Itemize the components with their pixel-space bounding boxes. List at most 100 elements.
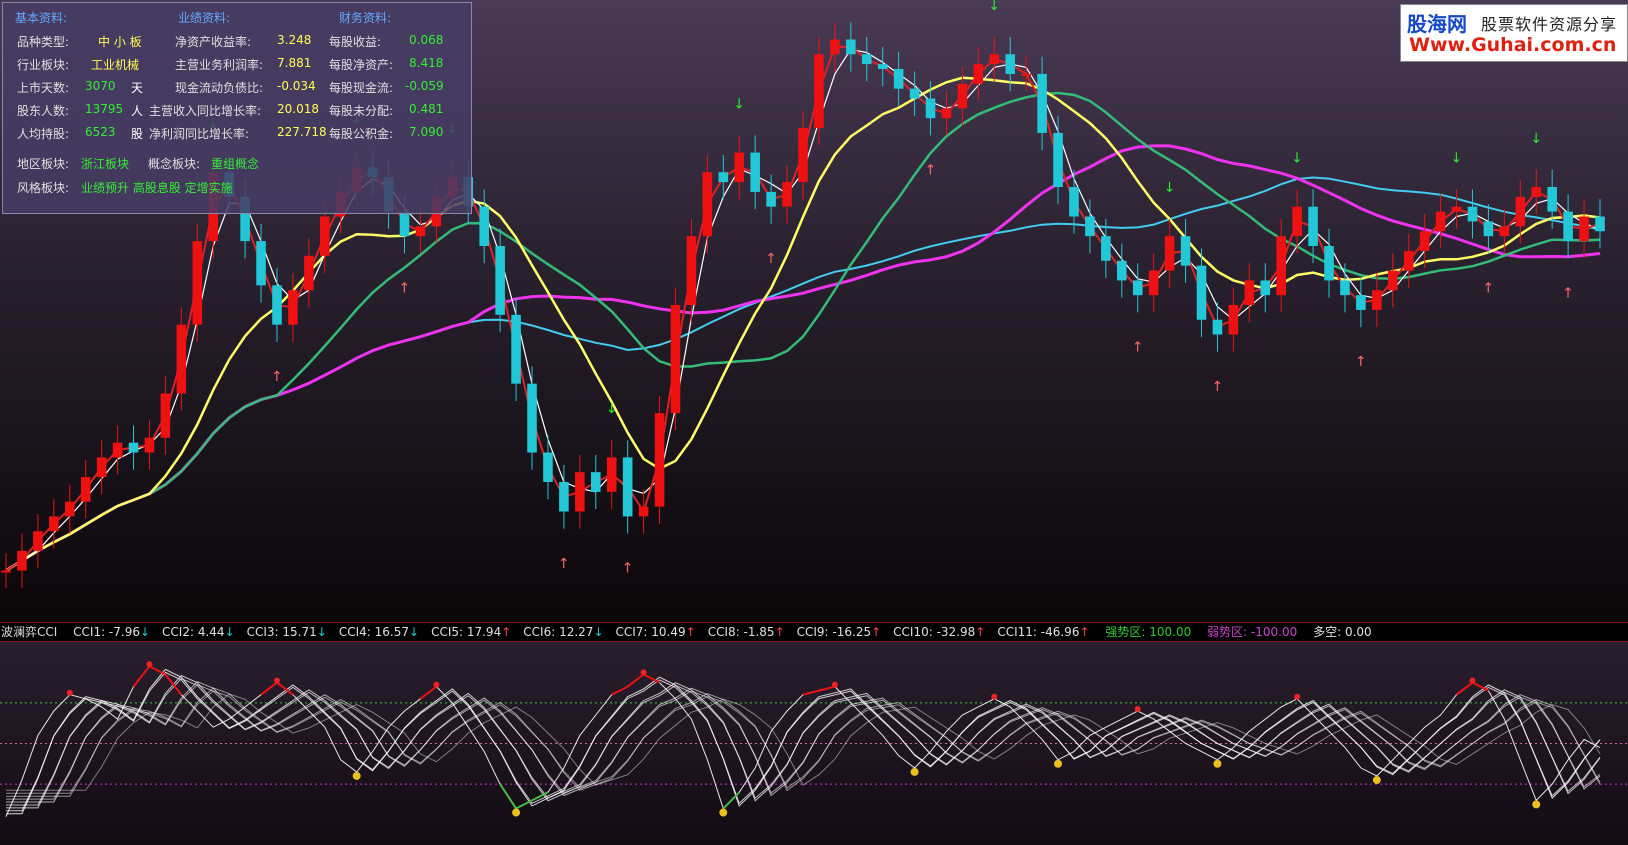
info-value: 工业机械 bbox=[91, 58, 140, 72]
candle-body bbox=[96, 457, 107, 478]
info-label: 品种类型: bbox=[17, 35, 70, 49]
cci-overbought-segment bbox=[1455, 681, 1474, 696]
buy-arrow: ↑ bbox=[622, 561, 634, 577]
candle-body bbox=[734, 152, 745, 183]
fin-value: 8.418 bbox=[409, 56, 444, 70]
site-logo[interactable]: 股海网 股票软件资源分享 Www.Guhai.com.cn bbox=[1400, 4, 1628, 62]
region-label: 地区板块: bbox=[17, 157, 70, 171]
candle-body bbox=[1467, 206, 1478, 222]
candle-body bbox=[670, 305, 681, 414]
candle-body bbox=[176, 324, 187, 394]
fin-value: 7.090 bbox=[409, 125, 444, 139]
candle-body bbox=[1212, 319, 1223, 335]
buy-arrow: ↑ bbox=[1482, 280, 1494, 296]
cci-overbought-segment bbox=[419, 685, 437, 700]
fin-label: 每股收益: bbox=[329, 35, 382, 49]
logo-url: Www.Guhai.com.cn bbox=[1409, 34, 1617, 56]
buy-arrow: ↑ bbox=[271, 369, 283, 385]
candle-body bbox=[288, 290, 298, 325]
candle-body bbox=[1292, 206, 1302, 237]
cci-item: CCI8: -1.85↑ bbox=[707, 625, 785, 639]
cci-line bbox=[5, 665, 1601, 817]
sell-arrow: ↓ bbox=[988, 0, 1000, 14]
candle-body bbox=[1148, 270, 1159, 296]
candle-body bbox=[1387, 270, 1398, 291]
logo-slogan: 股票软件资源分享 bbox=[1481, 15, 1618, 34]
cci-item: CCI5: 17.94↑ bbox=[431, 625, 512, 639]
candle-body bbox=[1595, 216, 1605, 232]
buy-marker bbox=[512, 808, 521, 817]
candle-body bbox=[399, 211, 410, 237]
info-unit: 天 bbox=[131, 81, 144, 95]
logo-name: 股海网 bbox=[1407, 12, 1467, 36]
sell-marker bbox=[991, 693, 998, 700]
style-value[interactable]: 业绩预升 高股息股 定增实施 bbox=[81, 179, 233, 196]
buy-marker bbox=[910, 767, 919, 776]
perf-label: 净利润同比增长率: bbox=[149, 127, 250, 141]
candle-body bbox=[1483, 221, 1494, 237]
cci-overbought-segment bbox=[627, 673, 645, 688]
cci-overbought-segment bbox=[611, 685, 629, 696]
info-value: 13795 bbox=[85, 102, 124, 116]
cci-oversold-segment bbox=[515, 799, 533, 810]
candle-body bbox=[1, 570, 11, 573]
cci-overbought-segment bbox=[802, 689, 820, 696]
candle-body bbox=[1228, 305, 1239, 335]
candle-body bbox=[144, 437, 155, 453]
candle-body bbox=[415, 226, 426, 237]
candle-body bbox=[1069, 187, 1079, 217]
info-value: 中 小 板 bbox=[98, 35, 142, 49]
sell-marker bbox=[273, 677, 280, 684]
cci-item: CCI7: 10.49↑ bbox=[615, 625, 696, 639]
basic-info-header: 基本资料: bbox=[15, 11, 68, 25]
candle-body bbox=[1260, 280, 1271, 296]
cci-line bbox=[6, 671, 1601, 812]
buy-marker bbox=[1532, 800, 1541, 809]
candle-body bbox=[1356, 295, 1366, 310]
perf-value: 3.248 bbox=[277, 33, 312, 47]
sell-arrow: ↓ bbox=[1164, 180, 1176, 196]
cci-line bbox=[6, 668, 1601, 815]
buy-arrow: ↑ bbox=[399, 280, 411, 296]
cci-item: CCI3: 15.71↓ bbox=[246, 625, 327, 639]
sell-marker bbox=[433, 681, 440, 688]
concept-label: 概念板块: bbox=[148, 157, 201, 171]
long-short-label: 多空: 0.00 bbox=[1313, 625, 1372, 639]
sell-arrow: ↓ bbox=[733, 96, 745, 112]
info-label: 人均持股: bbox=[17, 127, 70, 141]
region-value[interactable]: 浙江板块 bbox=[81, 155, 129, 172]
cci-line bbox=[6, 678, 1601, 806]
info-label: 上市天数: bbox=[17, 81, 70, 95]
indicator-legend: 波澜弈CCI CCI1: -7.96↓ CCI2: 4.44↓ CCI3: 15.7… bbox=[0, 623, 1628, 641]
cci-item: CCI4: 16.57↓ bbox=[338, 625, 420, 639]
cci-item: CCI10: -32.98↑ bbox=[893, 625, 986, 639]
cci-indicator-panel[interactable] bbox=[0, 642, 1628, 845]
buy-marker bbox=[1054, 759, 1063, 768]
candle-body bbox=[1308, 206, 1318, 246]
candle-body bbox=[304, 255, 314, 291]
cci-item: CCI1: -7.96↓ bbox=[73, 625, 151, 639]
candle-body bbox=[909, 88, 920, 99]
fin-value: 0.068 bbox=[409, 33, 444, 47]
candle-body bbox=[622, 457, 633, 517]
info-label: 股东人数: bbox=[17, 104, 70, 118]
candle-body bbox=[17, 550, 27, 571]
buy-arrow: ↑ bbox=[1562, 285, 1574, 301]
candle-body bbox=[861, 54, 872, 65]
stock-info-box: 基本资料: 业绩资料: 财务资料: 品种类型: 中 小 板 净资产收益率: 3.248… bbox=[2, 2, 472, 214]
candle-body bbox=[702, 172, 713, 237]
buy-arrow: ↑ bbox=[1211, 379, 1223, 395]
concept-value[interactable]: 重组概念 bbox=[211, 155, 259, 172]
candle-body bbox=[160, 393, 171, 438]
cci-chart[interactable] bbox=[0, 642, 1628, 845]
info-value: 6523 bbox=[85, 125, 116, 139]
sell-marker bbox=[831, 681, 838, 688]
candle-body bbox=[80, 477, 91, 502]
candle-body bbox=[33, 531, 43, 551]
sell-arrow: ↓ bbox=[1451, 150, 1463, 166]
buy-marker bbox=[1372, 776, 1381, 785]
indicator-name: 波澜弈CCI bbox=[1, 625, 58, 639]
candle-body bbox=[846, 39, 856, 55]
candle-body bbox=[1276, 236, 1286, 296]
candle-body bbox=[1101, 236, 1111, 261]
